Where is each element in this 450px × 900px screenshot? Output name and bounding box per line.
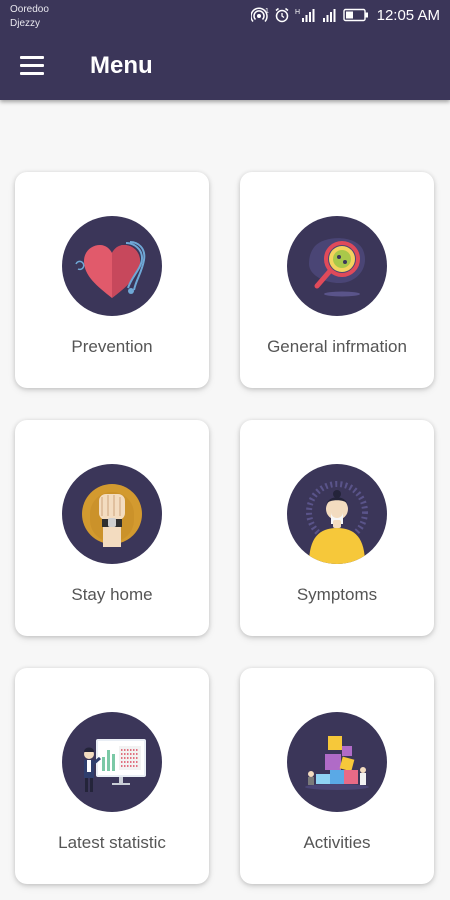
carrier-1: Ooredoo: [10, 4, 49, 15]
hotspot-icon: 1: [250, 7, 269, 23]
menu-card-prevention[interactable]: Prevention: [15, 172, 209, 388]
menu-card-latest-statistic[interactable]: Latest statistic: [15, 668, 209, 884]
menu-card-stay-home[interactable]: Stay home: [15, 420, 209, 636]
menu-card-activities[interactable]: Activities: [240, 668, 434, 884]
signal-2-icon: [322, 7, 338, 23]
card-label: Prevention: [71, 337, 153, 356]
hamburger-icon-line: [20, 71, 44, 75]
svg-text:1: 1: [265, 8, 269, 15]
alarm-icon: [274, 7, 290, 23]
carrier-2: Djezzy: [10, 18, 41, 29]
statistics-board-icon: [62, 712, 162, 812]
menu-card-general-information[interactable]: General infrmation: [240, 172, 434, 388]
svg-text:H: H: [295, 9, 300, 16]
card-label: Latest statistic: [58, 833, 166, 852]
status-icons: 1 H 12:05 AM: [250, 4, 440, 26]
card-label: Activities: [303, 833, 371, 852]
battery-icon: [342, 8, 369, 22]
hamburger-icon-line: [20, 55, 44, 59]
menu-card-symptoms[interactable]: Symptoms: [240, 420, 434, 636]
signal-1-icon: H: [295, 7, 317, 23]
card-label: Stay home: [71, 585, 153, 604]
card-label: General infrmation: [267, 337, 407, 356]
sick-person-icon: [287, 464, 387, 564]
heart-stethoscope-icon: [62, 216, 162, 316]
app-header: Ooredoo Djezzy 1 H 12:05 AM Menu: [0, 0, 450, 100]
carrier-info: Ooredoo Djezzy: [10, 3, 49, 31]
card-label: Symptoms: [296, 585, 378, 604]
raised-fist-icon: [62, 464, 162, 564]
hamburger-menu-button[interactable]: [20, 50, 50, 80]
activities-blocks-icon: [287, 712, 387, 812]
status-time: 12:05 AM: [376, 6, 440, 24]
hamburger-icon-line: [20, 63, 44, 67]
page-title: Menu: [90, 52, 153, 79]
virus-magnifier-icon: [287, 216, 387, 316]
